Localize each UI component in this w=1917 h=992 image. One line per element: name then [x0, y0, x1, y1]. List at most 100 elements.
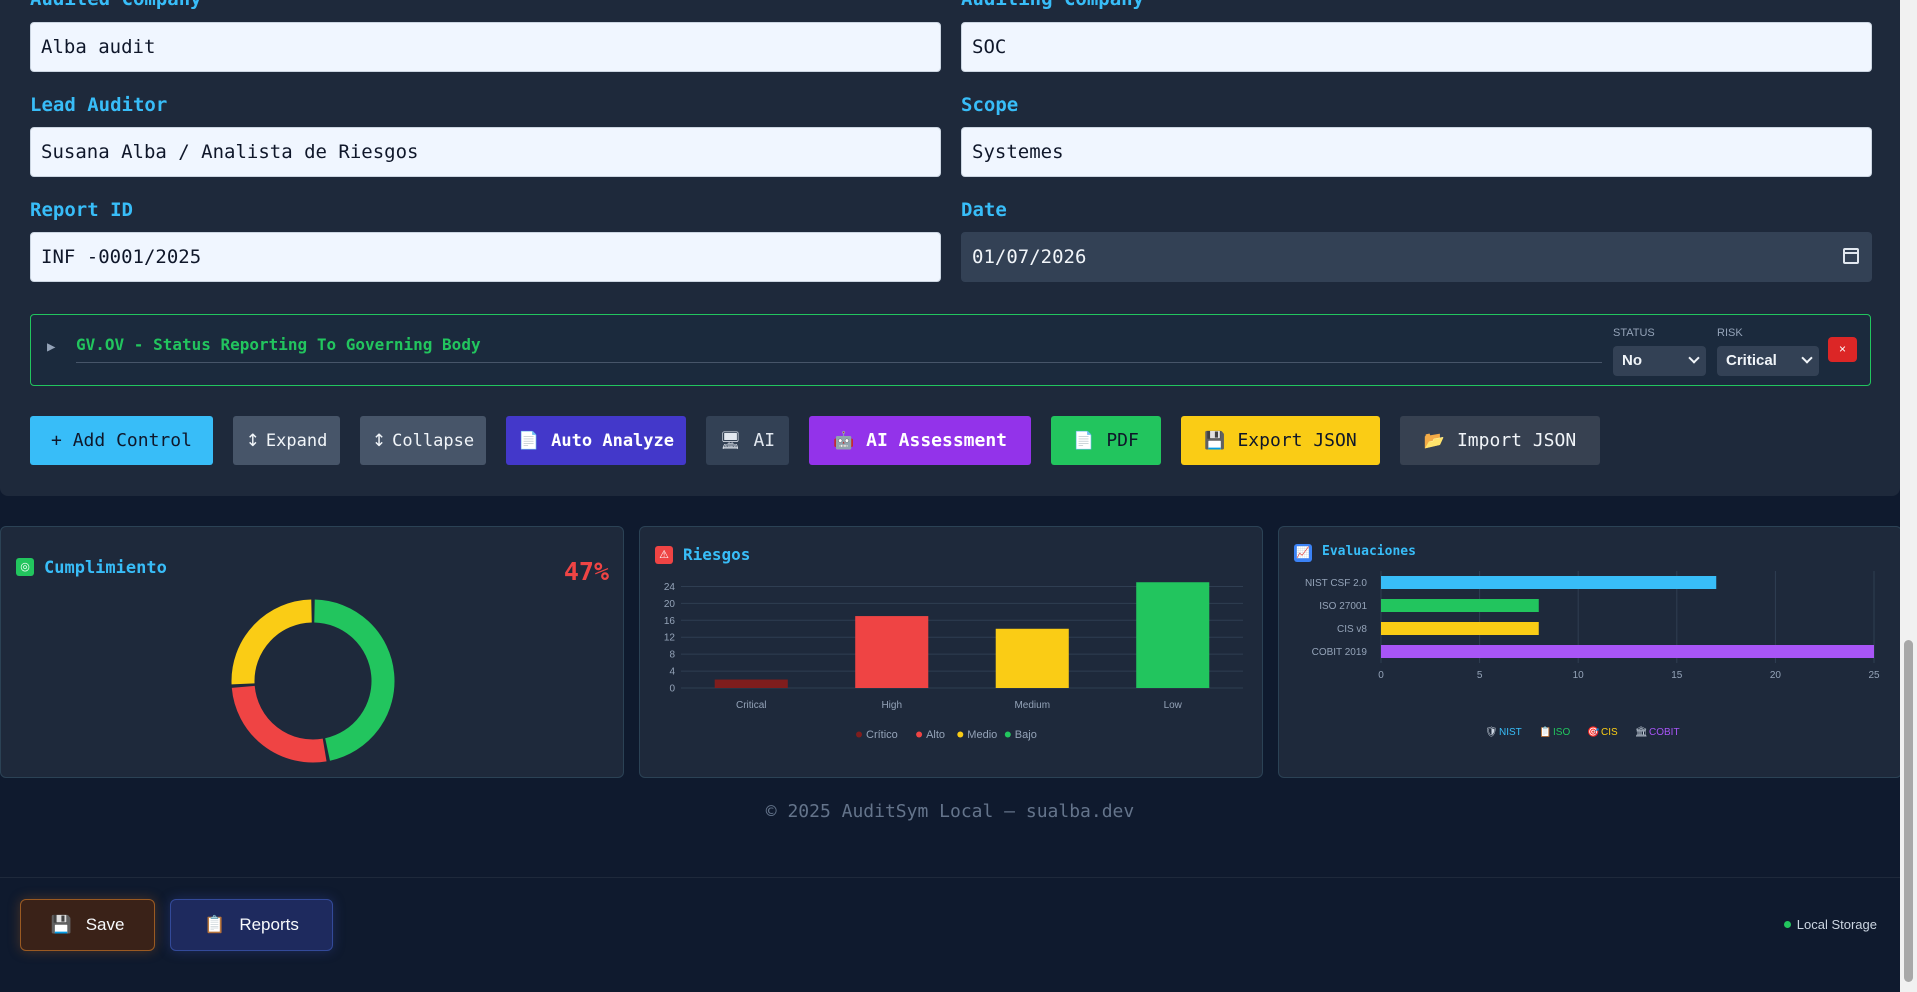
- legend-label: Medio: [967, 729, 997, 741]
- calendar-icon[interactable]: [1843, 248, 1859, 264]
- robot-icon: 🤖: [832, 430, 855, 451]
- donut-segment: [231, 685, 327, 763]
- legend-label: Crítico: [866, 729, 898, 741]
- expand-arrows-icon: ↕: [245, 430, 260, 451]
- add-control-button[interactable]: + Add Control: [30, 416, 213, 465]
- reports-label: Reports: [239, 915, 299, 934]
- x-tick-label: Low: [1164, 700, 1183, 711]
- y-tick-label: 16: [664, 616, 676, 627]
- assessment-bar: [1381, 599, 1539, 612]
- auto-analyze-label: Auto Analyze: [551, 430, 674, 451]
- ai-label: AI: [753, 430, 776, 451]
- legend-icon: 🏛: [1635, 726, 1648, 738]
- pdf-button[interactable]: 📄 PDF: [1051, 416, 1161, 465]
- risk-select[interactable]: Critical: [1717, 346, 1819, 376]
- scope-label: Scope: [961, 94, 1019, 116]
- y-tick-label: 24: [664, 582, 676, 593]
- assessment-bar: [1381, 645, 1874, 658]
- report-id-input[interactable]: INF -0001/2025: [30, 232, 941, 282]
- x-tick-label: 15: [1671, 670, 1683, 681]
- risk-bar: [1136, 582, 1210, 688]
- legend-icon: 🛡: [1485, 726, 1498, 738]
- legend-dot: [856, 731, 862, 738]
- y-tick-label: 20: [664, 599, 676, 610]
- date-value: 01/07/2026: [972, 246, 1087, 268]
- x-tick-label: 20: [1770, 670, 1782, 681]
- date-input[interactable]: 01/07/2026: [961, 232, 1872, 282]
- status-select[interactable]: No: [1613, 346, 1706, 376]
- y-tick-label: 12: [664, 633, 676, 644]
- assessment-bar: [1381, 622, 1539, 635]
- legend-dot: [957, 731, 964, 738]
- collapse-button[interactable]: ↕ Collapse: [360, 416, 486, 465]
- risks-card: ⚠ Riesgos 0 4 8 12 16 20 24 Critical High Medium L…: [639, 526, 1263, 778]
- y-tick-label: 4: [669, 667, 675, 678]
- chevron-down-icon: [1801, 352, 1813, 364]
- document-icon: 📄: [518, 430, 540, 451]
- auto-analyze-button[interactable]: 📄 Auto Analyze: [506, 416, 686, 465]
- x-tick-label: 0: [1378, 670, 1384, 681]
- add-control-label: + Add Control: [51, 430, 192, 451]
- control-title[interactable]: GV.OV - Status Reporting To Governing Bo…: [76, 335, 1602, 363]
- x-tick-label: 10: [1573, 670, 1585, 681]
- audited-company-input[interactable]: Alba audit: [30, 22, 941, 72]
- clipboard-icon: 📋: [204, 915, 226, 934]
- document-icon: 📄: [1073, 430, 1095, 451]
- lead-auditor-input[interactable]: Susana Alba / Analista de Riesgos: [30, 127, 941, 177]
- x-tick-label: High: [881, 700, 902, 711]
- risk-bar: [714, 679, 788, 688]
- status-value: No: [1622, 352, 1642, 369]
- auditing-company-label: Auditing Company: [961, 0, 1144, 10]
- lead-auditor-label: Lead Auditor: [30, 94, 168, 116]
- y-tick-label: CIS v8: [1337, 624, 1367, 635]
- save-label: Save: [85, 915, 125, 934]
- x-tick-label: 5: [1477, 670, 1483, 681]
- export-json-label: Export JSON: [1237, 430, 1357, 451]
- legend-icon: 🎯: [1587, 726, 1600, 738]
- risk-bar: [855, 616, 929, 688]
- legend-label: CIS: [1601, 727, 1618, 738]
- ai-button[interactable]: 🖥 AI: [706, 416, 789, 465]
- legend-dot: [916, 731, 923, 738]
- scrollbar[interactable]: [1900, 0, 1917, 992]
- x-tick-label: Medium: [1014, 700, 1050, 711]
- audit-form-panel: Audited Company Alba audit Auditing Comp…: [0, 0, 1900, 496]
- legend-label: COBIT: [1649, 727, 1680, 738]
- legend-label: ISO: [1553, 727, 1570, 738]
- assessments-bar-chart: 0 5 10 15 20 25 NIST CSF 2.0 ISO 27001 CIS v8 COB…: [1305, 571, 1880, 738]
- import-json-label: Import JSON: [1456, 430, 1577, 451]
- donut-segment: [313, 599, 395, 761]
- storage-label: Local Storage: [1796, 917, 1877, 932]
- status-label: STATUS: [1613, 327, 1655, 339]
- expand-arrow-icon[interactable]: ▶: [47, 339, 55, 355]
- donut-segment: [231, 599, 313, 685]
- status-dot-icon: [1783, 921, 1791, 928]
- risk-bar: [995, 628, 1069, 688]
- import-json-button[interactable]: 📂 Import JSON: [1400, 416, 1600, 465]
- control-row: ▶ GV.OV - Status Reporting To Governing …: [30, 314, 1871, 386]
- y-tick-label: ISO 27001: [1319, 601, 1367, 612]
- reports-button[interactable]: 📋 Reports: [170, 899, 333, 951]
- y-tick-label: NIST CSF 2.0: [1305, 578, 1367, 589]
- legend-label: Bajo: [1015, 729, 1037, 741]
- expand-button[interactable]: ↕ Expand: [233, 416, 340, 465]
- x-tick-label: 25: [1868, 670, 1880, 681]
- audited-company-label: Audited Company: [30, 0, 202, 10]
- y-tick-label: 0: [669, 684, 675, 695]
- export-json-button[interactable]: 💾 Export JSON: [1181, 416, 1380, 465]
- y-tick-label: 8: [669, 650, 675, 661]
- save-button[interactable]: 💾 Save: [20, 899, 155, 951]
- ai-assessment-button[interactable]: 🤖 AI Assessment: [809, 416, 1031, 465]
- storage-indicator: Local Storage: [1783, 917, 1877, 932]
- folder-icon: 📂: [1423, 430, 1445, 451]
- legend-icon: 📋: [1539, 725, 1551, 738]
- x-tick-label: Critical: [736, 700, 767, 711]
- delete-control-button[interactable]: ×: [1828, 337, 1857, 362]
- scrollbar-thumb[interactable]: [1904, 640, 1913, 982]
- auditing-company-input[interactable]: SOC: [961, 22, 1872, 72]
- legend-label: Alto: [926, 729, 945, 741]
- y-tick-label: COBIT 2019: [1312, 647, 1368, 658]
- legend-label: NIST: [1499, 727, 1522, 738]
- footer-copyright: © 2025 AuditSym Local — sualba.dev: [765, 801, 1135, 822]
- scope-input[interactable]: Systemes: [961, 127, 1872, 177]
